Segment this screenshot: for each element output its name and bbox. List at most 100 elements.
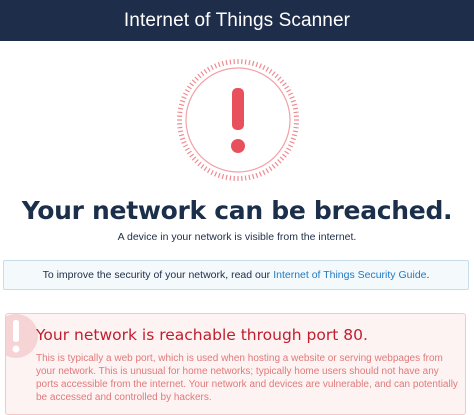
- alert-ring-tick: [179, 104, 184, 105]
- alert-ring-tick: [195, 160, 199, 164]
- info-text: To improve the security of your network,…: [43, 269, 271, 281]
- alert-ring-tick: [256, 173, 258, 178]
- alert-ring-tick: [292, 134, 297, 135]
- alert-ring-tick: [263, 65, 265, 69]
- alert-ring-tick: [180, 138, 185, 140]
- exclamation-bar: [232, 88, 244, 130]
- alert-ring-tick: [218, 173, 220, 178]
- alert-ring-tick: [208, 67, 211, 71]
- alert-ring-tick: [226, 60, 227, 65]
- alert-ring-tick: [287, 90, 291, 93]
- alert-ring-tick: [195, 77, 199, 81]
- alert-ring-tick: [198, 74, 201, 78]
- alert-ring-tick: [259, 172, 261, 177]
- alert-ring-tick: [192, 80, 196, 83]
- alert-ring-tick: [278, 77, 282, 81]
- alert-ring-tick: [230, 176, 231, 181]
- alert-ring-tick: [288, 145, 292, 147]
- alert-ring-tick: [282, 154, 286, 157]
- alert-ring-tick: [266, 67, 269, 71]
- alert-ring-tick: [252, 174, 253, 179]
- alert-ring-tick: [269, 69, 272, 73]
- alert-ring-tick: [285, 151, 289, 154]
- status-description: A device in your network is visible from…: [0, 231, 474, 243]
- alert-ring-tick: [269, 167, 272, 171]
- alert-ring-tick: [218, 62, 220, 67]
- alert-ring-tick: [180, 100, 185, 102]
- alert-ring-tick: [245, 176, 246, 181]
- alert-ring-tick: [291, 100, 296, 102]
- alert-ring-tick: [187, 151, 191, 154]
- alert-ring-tick: [226, 175, 227, 180]
- alert-ring-tick: [211, 170, 213, 174]
- alert-ring-tick: [272, 164, 275, 168]
- alert-ring-tick: [179, 134, 184, 135]
- alert-ring-tick: [266, 169, 269, 173]
- app-header: Internet of Things Scanner: [0, 0, 474, 41]
- alert-ring-tick: [178, 108, 183, 109]
- alert-ring-tick: [190, 154, 194, 157]
- exclamation-icon: [176, 58, 300, 182]
- info-suffix: .: [427, 269, 430, 281]
- alert-ring-tick: [201, 72, 204, 76]
- alert-ring-tick: [280, 157, 284, 160]
- alert-ring-tick: [291, 138, 296, 140]
- alert-ring-tick: [190, 83, 194, 86]
- alert-ring-tick: [211, 65, 213, 69]
- alert-ring-tick: [263, 170, 265, 174]
- security-guide-link[interactable]: Internet of Things Security Guide: [273, 269, 426, 281]
- alert-ring-tick: [275, 162, 278, 166]
- alert-ring-tick: [182, 97, 187, 99]
- alert-ring-tick: [245, 60, 246, 65]
- warning-icon-bar: [13, 320, 19, 342]
- alert-ring-tick: [187, 86, 191, 89]
- alert-ring-tick: [178, 131, 183, 132]
- app-title: Internet of Things Scanner: [124, 10, 350, 32]
- alert-ring-tick: [285, 86, 289, 89]
- alert-ring-tick: [183, 145, 187, 147]
- alert-ring-tick: [249, 175, 250, 180]
- alert-ring-tick: [183, 93, 187, 95]
- alert-ring-tick: [272, 72, 275, 76]
- alert-ring-tick: [256, 62, 258, 67]
- alert-ring-tick: [204, 69, 207, 73]
- warning-title: Your network is reachable through port 8…: [36, 326, 368, 344]
- alert-ring-tick: [292, 104, 297, 105]
- alert-ring-tick: [185, 90, 189, 93]
- alert-ring-tick: [294, 127, 299, 128]
- alert-ring-tick: [293, 108, 298, 109]
- alert-ring-tick: [287, 148, 291, 151]
- alert-ring-tick: [249, 60, 250, 65]
- alert-ring-tick: [178, 127, 183, 128]
- alert-ring-tick: [222, 61, 223, 66]
- page-title: Your network can be breached.: [0, 196, 474, 225]
- exclamation-icon: [5, 313, 40, 360]
- alert-ring-tick: [215, 172, 217, 177]
- alert-ring-tick: [288, 93, 292, 95]
- warning-body: This is typically a web port, which is u…: [36, 352, 461, 404]
- alert-ring-tick: [178, 112, 183, 113]
- alert-ring-tick: [208, 169, 211, 173]
- alert-ring-tick: [290, 97, 295, 99]
- alert-ring-tick: [282, 83, 286, 86]
- exclamation-dot: [231, 139, 245, 153]
- alert-ring-tick: [185, 148, 189, 151]
- warning-icon-dot: [13, 346, 20, 353]
- alert-ring-tick: [278, 160, 282, 164]
- alert-ring-tick: [280, 80, 284, 83]
- alert-ring-tick: [252, 61, 253, 66]
- alert-ring-tick: [201, 164, 204, 168]
- alert-ring-tick: [198, 162, 201, 166]
- alert-ring-tick: [259, 64, 261, 69]
- alert-ring-tick: [290, 141, 295, 143]
- info-banner: To improve the security of your network,…: [3, 260, 469, 290]
- alert-ring-tick: [293, 131, 298, 132]
- port-warning-card: Your network is reachable through port 8…: [5, 313, 466, 415]
- alert-ring-tick: [204, 167, 207, 171]
- alert-ring-tick: [192, 157, 196, 160]
- alert-ring-tick: [294, 112, 299, 113]
- alert-ring-tick: [230, 60, 231, 65]
- alert-ring-tick: [215, 64, 217, 69]
- warning-icon-circle: [5, 314, 38, 358]
- alert-ring-tick: [222, 174, 223, 179]
